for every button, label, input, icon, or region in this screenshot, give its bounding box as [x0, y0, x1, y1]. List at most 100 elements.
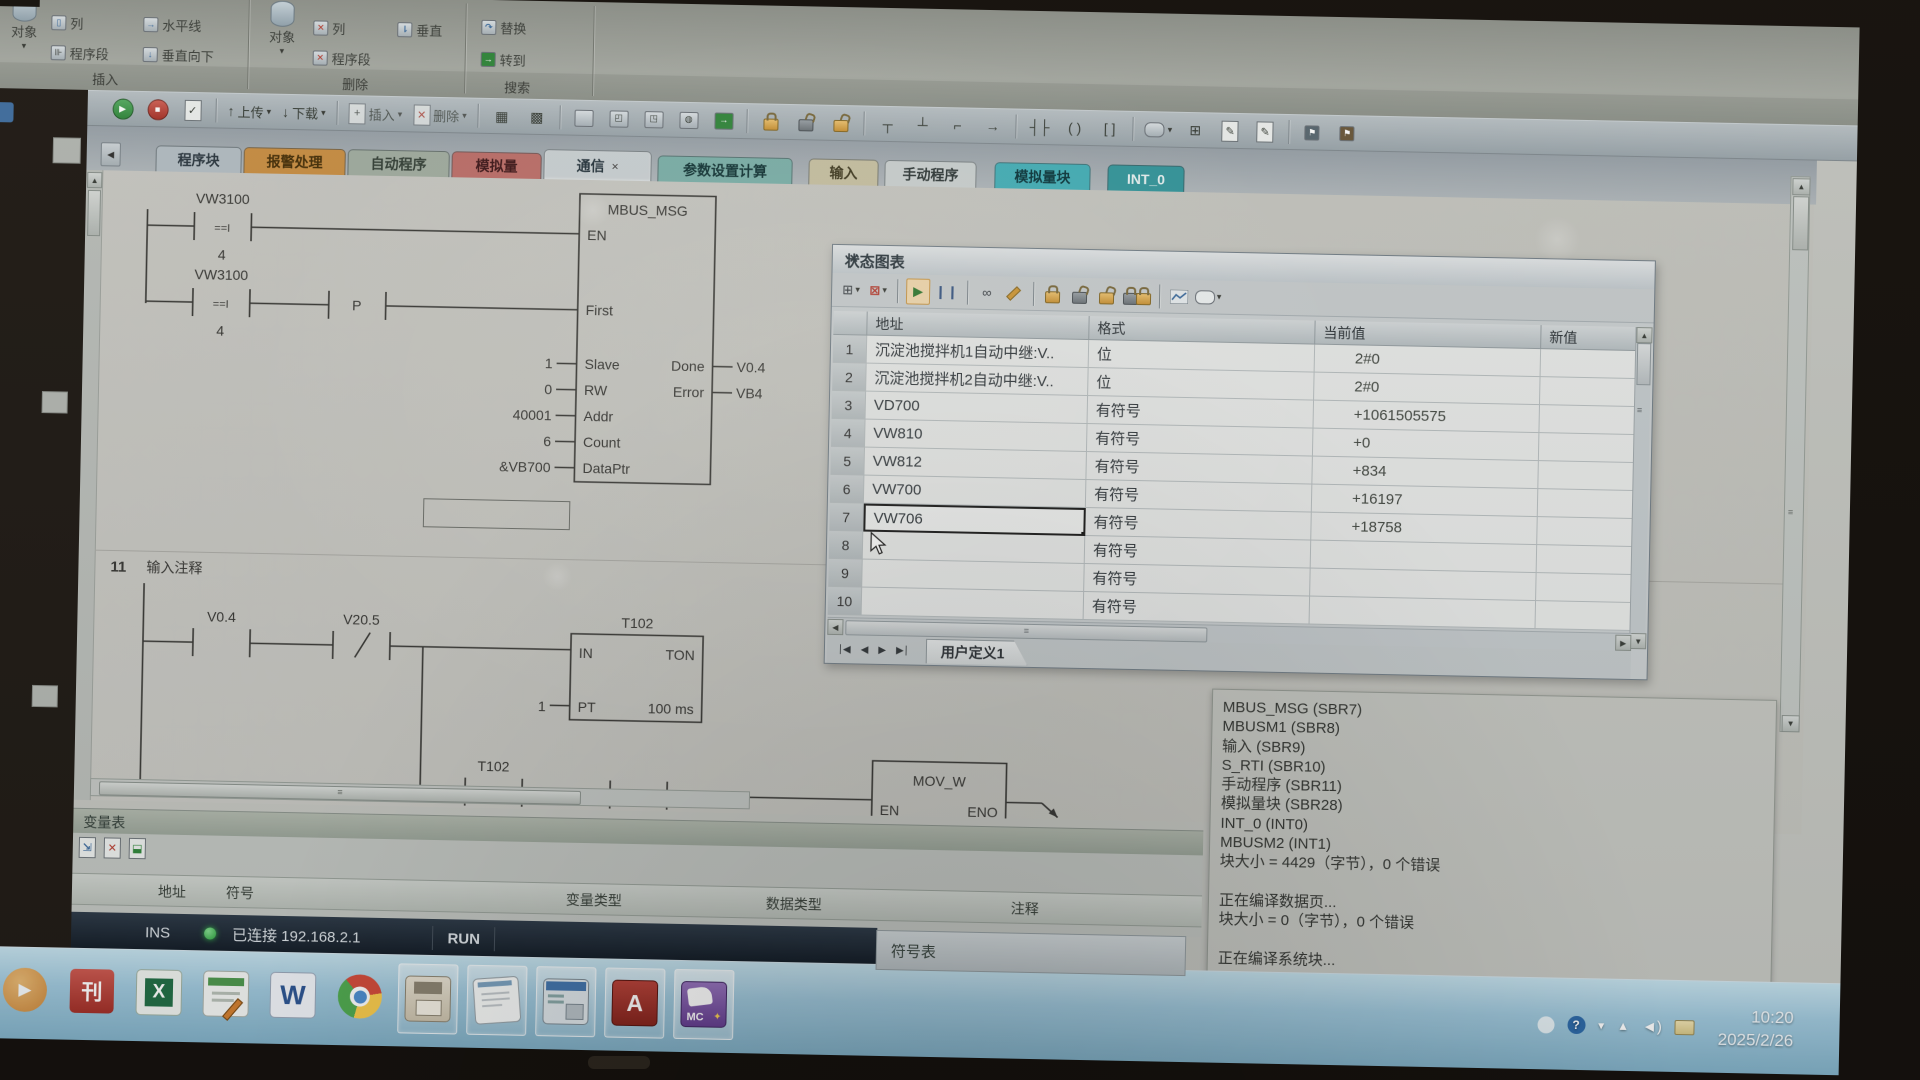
format-cell[interactable]: 有符号 [1085, 508, 1312, 541]
tab-scroll-left-button[interactable]: ◀ [100, 142, 120, 166]
tab-auto-program[interactable]: 自动程序 [347, 149, 450, 177]
current-value-cell[interactable]: +18758 [1311, 513, 1538, 546]
format-cell[interactable]: 有符号 [1086, 480, 1313, 513]
current-value-cell[interactable] [1310, 597, 1537, 630]
scroll-down-icon[interactable]: ▼ [1630, 633, 1646, 649]
new-value-cell[interactable] [1540, 377, 1637, 407]
branch-up-button[interactable]: ┴ [907, 111, 938, 138]
current-value-cell[interactable] [1311, 541, 1538, 574]
row-number[interactable]: 4 [831, 419, 866, 448]
write-pencil-icon[interactable] [1003, 281, 1025, 305]
unforce-lock-icon[interactable] [1069, 282, 1091, 306]
pause-button[interactable]: ❙❙ [935, 279, 959, 303]
taskbar-media-player[interactable]: ▶ [0, 955, 55, 1024]
first-sheet-icon[interactable]: ∣◀ [835, 644, 854, 655]
ribbon-goto[interactable]: → 转到 [481, 50, 526, 70]
ribbon-replace[interactable]: ↷ 替换 [481, 18, 526, 38]
column-header-address[interactable]: 地址 [875, 313, 903, 334]
current-value-cell[interactable]: +16197 [1312, 485, 1539, 518]
ribbon-insert-column[interactable]: ▯ 列 [51, 13, 83, 33]
scroll-up-icon[interactable]: ▲ [1636, 327, 1652, 343]
branch-down-button[interactable]: ┬ [872, 111, 903, 138]
unlock-button[interactable] [790, 109, 821, 136]
taskbar-word[interactable]: W [263, 961, 322, 1030]
tab-input[interactable]: 输入 [808, 158, 879, 185]
new-value-cell[interactable] [1537, 545, 1634, 575]
window-tool-4[interactable]: ◍ [673, 107, 704, 134]
edit-sheet2-button[interactable]: ✎ [1250, 118, 1281, 145]
taskbar-paint[interactable] [196, 959, 255, 1028]
upload-button[interactable]: ↑上传▾ [224, 98, 274, 125]
taskbar-excel[interactable]: X [129, 958, 188, 1027]
tab-communication-active[interactable]: 通信 × [543, 149, 652, 181]
new-value-cell[interactable] [1539, 433, 1636, 463]
read-once-glasses-icon[interactable]: ∞ [976, 280, 998, 304]
row-number[interactable]: 7 [829, 503, 864, 532]
current-value-cell[interactable] [1310, 569, 1537, 602]
taskbar-chrome[interactable] [330, 962, 389, 1031]
pou-grid2-button[interactable]: ▩ [521, 104, 552, 131]
line-right-button[interactable]: → [977, 113, 1008, 140]
scroll-thumb[interactable] [1636, 343, 1651, 385]
insert-chart-button[interactable]: ⊞▾ [840, 278, 862, 302]
format-cell[interactable]: 有符号 [1084, 592, 1311, 625]
new-value-cell[interactable] [1535, 601, 1632, 631]
current-value-cell[interactable]: +0 [1313, 429, 1540, 462]
force-lock-icon[interactable] [1042, 282, 1064, 306]
address-cell[interactable]: VW812 [864, 448, 1087, 480]
line-up-button[interactable]: ⌐ [942, 112, 973, 139]
current-value-cell[interactable]: +1061505575 [1313, 401, 1540, 434]
prev-sheet-icon[interactable]: ◀ [858, 644, 872, 655]
current-value-cell[interactable]: 2#0 [1315, 345, 1542, 378]
row-number[interactable]: 10 [828, 587, 863, 616]
format-cell[interactable]: 位 [1088, 368, 1315, 401]
tab-int0[interactable]: INT_0 [1107, 164, 1185, 192]
tab-manual-program[interactable]: 手动程序 [884, 160, 977, 188]
address-tag-icon[interactable]: ▾ [1195, 285, 1222, 310]
format-cell[interactable]: 有符号 [1085, 536, 1312, 569]
new-value-cell[interactable] [1536, 573, 1633, 603]
scroll-left-icon[interactable]: ◀ [827, 619, 843, 635]
format-cell[interactable]: 位 [1089, 340, 1316, 373]
next-sheet-icon[interactable]: ▶ [875, 644, 889, 655]
address-cell[interactable]: 沉淀池搅拌机1自动中继:V.. [867, 336, 1090, 368]
pou-grid-button[interactable]: ▦ [486, 103, 517, 130]
row-number[interactable]: 1 [833, 335, 868, 364]
ribbon-insert-network[interactable]: ⊪ 程序段 [51, 43, 109, 63]
row-number[interactable]: 2 [832, 363, 867, 392]
tray-folder-icon[interactable] [1675, 1019, 1695, 1034]
coil-tool[interactable]: ( ) [1059, 114, 1090, 141]
format-cell[interactable]: 有符号 [1088, 396, 1315, 429]
ribbon-delete-column[interactable]: ✕ 列 [313, 18, 345, 38]
run-button[interactable]: ▶ [107, 95, 138, 122]
close-icon[interactable]: × [611, 159, 618, 173]
scroll-thumb[interactable] [1792, 196, 1809, 250]
symbol-table-panel[interactable]: 符号表 [876, 930, 1187, 976]
taskbar-mcgs[interactable]: MC ✦ [673, 969, 734, 1040]
bookmark2-button[interactable]: ⚑ [1332, 120, 1363, 147]
volume-icon[interactable]: ◄) [1642, 1018, 1662, 1035]
box-tool[interactable]: [ ] [1094, 115, 1125, 142]
addressing-button[interactable]: ▾ [1141, 116, 1175, 143]
compile-button[interactable]: ✓ [177, 97, 208, 124]
taskbar-acrobat[interactable]: A [604, 967, 665, 1038]
ribbon-delete-object-button[interactable]: 对象 ▾ [257, 0, 308, 63]
tab-analog-block[interactable]: 模拟量块 [994, 162, 1091, 190]
new-value-cell[interactable] [1541, 349, 1638, 379]
lock-add-button[interactable] [825, 110, 856, 137]
address-cell-selected[interactable]: VW706 [863, 504, 1086, 536]
taskbar-notepad[interactable] [466, 965, 527, 1036]
ribbon-insert-horizontal[interactable]: → 水平线 [143, 15, 201, 35]
taskbar-plc-ide[interactable] [535, 966, 596, 1037]
column-header-new[interactable]: 新值 [1549, 327, 1577, 348]
tab-parameter-calc[interactable]: 参数设置计算 [657, 155, 792, 184]
scroll-up-icon[interactable]: ▲ [1792, 178, 1810, 195]
tab-alarm[interactable]: 报警处理 [243, 147, 346, 175]
insert-button[interactable]: +插入▾ [345, 100, 405, 127]
splitter-grip[interactable]: ≡ [1788, 507, 1793, 517]
scroll-thumb[interactable] [87, 190, 101, 236]
row-number[interactable]: 9 [828, 559, 863, 588]
scroll-down-icon[interactable]: ▼ [1781, 715, 1799, 732]
new-value-cell[interactable] [1538, 489, 1635, 519]
ribbon-delete-network[interactable]: ✕ 程序段 [313, 48, 371, 68]
